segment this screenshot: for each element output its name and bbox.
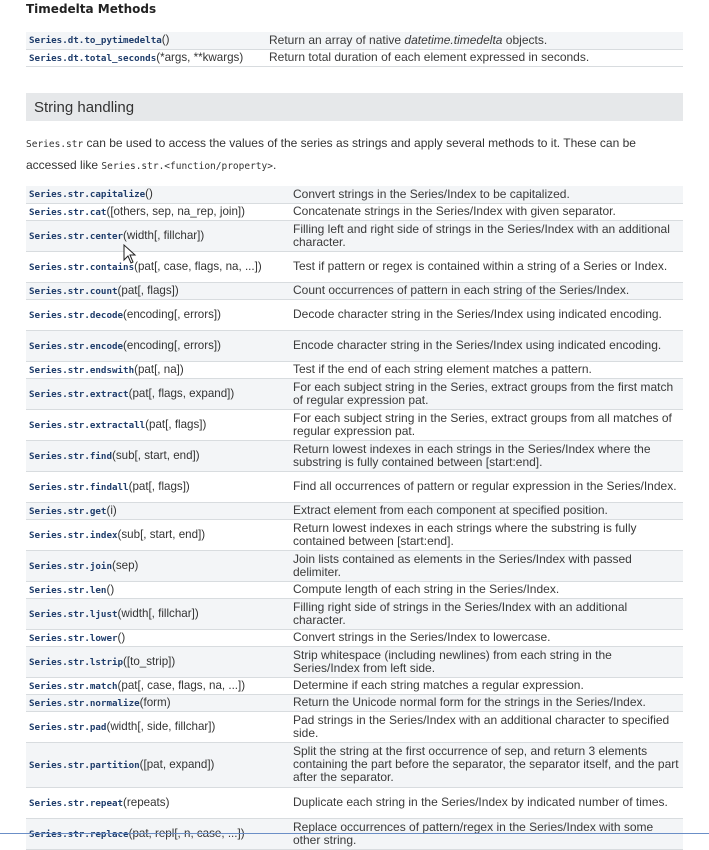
- table-row: Series.str.count(pat[, flags]) Count occu…: [26, 282, 683, 300]
- table-row: Series.str.partition([pat, expand]) Split…: [26, 742, 683, 788]
- method-link[interactable]: Series.str.ljust(width[, fillchar]): [29, 606, 199, 620]
- method-link[interactable]: Series.dt.total_seconds(*args, **kwargs): [29, 50, 243, 64]
- method-description: For each subject string in the Series, e…: [290, 378, 683, 410]
- method-link[interactable]: Series.str.cat([others, sep, na_rep, joi…: [29, 204, 245, 218]
- method-description: Strip whitespace (including newlines) fr…: [290, 646, 683, 678]
- table-row: Series.str.decode(encoding[, errors]) Dec…: [26, 299, 683, 331]
- table-row: Series.str.encode(encoding[, errors]) Enc…: [26, 330, 683, 362]
- table-row: Series.str.len() Compute length of each s…: [26, 581, 683, 599]
- method-link[interactable]: Series.str.extract(pat[, flags, expand]): [29, 386, 234, 400]
- timedelta-methods-heading: Timedelta Methods: [26, 2, 157, 16]
- method-description: Return total duration of each element ex…: [266, 49, 683, 67]
- table-row: Series.str.capitalize() Convert strings i…: [26, 186, 683, 204]
- method-description: Return an array of native datetime.timed…: [266, 32, 683, 50]
- method-link[interactable]: Series.str.index(sub[, start, end]): [29, 527, 205, 541]
- method-link[interactable]: Series.str.lower(): [29, 630, 125, 644]
- method-link[interactable]: Series.dt.to_pytimedelta(): [29, 32, 170, 46]
- method-link[interactable]: Series.str.extractall(pat[, flags]): [29, 417, 206, 431]
- method-description: Compute length of each string in the Ser…: [290, 581, 683, 599]
- method-description: Join lists contained as elements in the …: [290, 550, 683, 582]
- method-description: For each subject string in the Series, e…: [290, 409, 683, 441]
- method-link[interactable]: Series.str.endswith(pat[, na]): [29, 362, 184, 376]
- table-row: Series.str.pad(width[, side, fillchar]) P…: [26, 711, 683, 743]
- table-row: Series.str.lstrip([to_strip]) Strip white…: [26, 646, 683, 678]
- method-description: Return lowest indexes in each strings wh…: [290, 519, 683, 551]
- table-row: Series.str.findall(pat[, flags]) Find all…: [26, 471, 683, 503]
- method-description: Filling left and right side of strings i…: [290, 220, 683, 252]
- method-description: Test if the end of each string element m…: [290, 361, 683, 379]
- method-link[interactable]: Series.str.find(sub[, start, end]): [29, 448, 200, 462]
- method-description: Test if pattern or regex is contained wi…: [290, 251, 683, 283]
- method-link[interactable]: Series.str.center(width[, fillchar]): [29, 228, 204, 242]
- table-row: Series.str.extractall(pat[, flags]) For e…: [26, 409, 683, 441]
- section-header: String handling: [26, 93, 683, 121]
- method-link[interactable]: Series.str.join(sep): [29, 558, 138, 572]
- table-row: Series.str.find(sub[, start, end]) Return…: [26, 440, 683, 472]
- method-link[interactable]: Series.str.len(): [29, 582, 114, 596]
- method-description: Encode character string in the Series/In…: [290, 330, 683, 362]
- method-link[interactable]: Series.str.match(pat[, case, flags, na, …: [29, 678, 245, 692]
- table-row: Series.dt.total_seconds(*args, **kwargs)…: [26, 49, 683, 67]
- table-row: Series.str.index(sub[, start, end]) Retur…: [26, 519, 683, 551]
- table-row: Series.str.join(sep) Join lists contained…: [26, 550, 683, 582]
- method-description: Determine if each string matches a regul…: [290, 677, 683, 695]
- method-link[interactable]: Series.str.capitalize(): [29, 186, 153, 200]
- method-description: Decode character string in the Series/In…: [290, 299, 683, 331]
- method-description: Concatenate strings in the Series/Index …: [290, 203, 683, 221]
- table-row: Series.str.get(i) Extract element from ea…: [26, 502, 683, 520]
- method-description: Return the Unicode normal form for the s…: [290, 694, 683, 712]
- method-link[interactable]: Series.str.get(i): [29, 503, 117, 517]
- method-link[interactable]: Series.str.decode(encoding[, errors]): [29, 307, 221, 321]
- method-link[interactable]: Series.str.repeat(repeats): [29, 795, 169, 809]
- table-row: Series.str.extract(pat[, flags, expand])…: [26, 378, 683, 410]
- method-description: Convert strings in the Series/Index to l…: [290, 629, 683, 647]
- method-description: Convert strings in the Series/Index to b…: [290, 186, 683, 204]
- method-link[interactable]: Series.str.contains(pat[, case, flags, n…: [29, 259, 262, 273]
- table-row: Series.str.endswith(pat[, na]) Test if th…: [26, 361, 683, 379]
- divider: [0, 833, 709, 834]
- method-link[interactable]: Series.str.encode(encoding[, errors]): [29, 338, 221, 352]
- method-link[interactable]: Series.str.pad(width[, side, fillchar]): [29, 719, 215, 733]
- table-row: Series.str.repeat(repeats) Duplicate each…: [26, 787, 683, 819]
- method-link[interactable]: Series.str.normalize(form): [29, 695, 171, 709]
- table-row: Series.str.normalize(form) Return the Uni…: [26, 694, 683, 712]
- method-description: Duplicate each string in the Series/Inde…: [290, 787, 683, 819]
- table-row: Series.str.cat([others, sep, na_rep, joi…: [26, 203, 683, 221]
- method-description: Filling right side of strings in the Ser…: [290, 598, 683, 630]
- timedelta-methods-table: Series.dt.to_pytimedelta() Return an arr…: [26, 32, 683, 67]
- method-description: Split the string at the first occurrence…: [290, 742, 683, 788]
- method-description: Pad strings in the Series/Index with an …: [290, 711, 683, 743]
- intro-paragraph: Series.str can be used to access the val…: [26, 136, 636, 172]
- table-row: Series.str.match(pat[, case, flags, na, …: [26, 677, 683, 695]
- method-link[interactable]: Series.str.findall(pat[, flags]): [29, 479, 190, 493]
- method-description: Return lowest indexes in each strings in…: [290, 440, 683, 472]
- string-methods-table: Series.str.capitalize() Convert strings i…: [26, 186, 683, 850]
- mouse-cursor-icon: [123, 244, 137, 264]
- method-link[interactable]: Series.str.partition([pat, expand]): [29, 757, 214, 771]
- method-link[interactable]: Series.str.count(pat[, flags]): [29, 283, 179, 297]
- method-link[interactable]: Series.str.lstrip([to_strip]): [29, 654, 175, 668]
- method-description: Count occurrences of pattern in each str…: [290, 282, 683, 300]
- method-description: Find all occurrences of pattern or regul…: [290, 471, 683, 503]
- table-row: Series.str.lower() Convert strings in the…: [26, 629, 683, 647]
- table-row: Series.str.ljust(width[, fillchar]) Filli…: [26, 598, 683, 630]
- method-description: Extract element from each component at s…: [290, 502, 683, 520]
- section-title: String handling: [34, 99, 135, 116]
- table-row: Series.dt.to_pytimedelta() Return an arr…: [26, 32, 683, 50]
